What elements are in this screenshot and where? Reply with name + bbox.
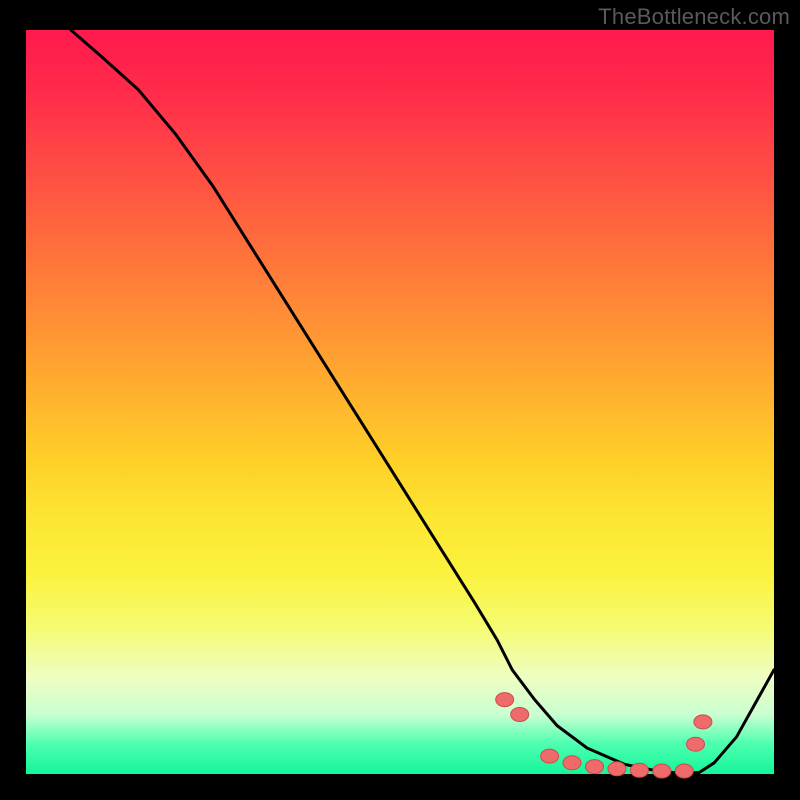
highlight-dot [563, 756, 581, 770]
chart-svg [26, 30, 774, 774]
highlight-dot [586, 760, 604, 774]
highlight-dot [687, 737, 705, 751]
watermark-text: TheBottleneck.com [598, 4, 790, 30]
highlight-dot [511, 708, 529, 722]
highlight-dot [675, 764, 693, 778]
highlight-dot [541, 749, 559, 763]
highlight-dots-group [496, 693, 712, 778]
highlight-dot [496, 693, 514, 707]
bottleneck-curve [71, 30, 774, 773]
highlight-dot [653, 764, 671, 778]
highlight-dot [630, 763, 648, 777]
chart-frame: TheBottleneck.com [0, 0, 800, 800]
highlight-dot [608, 762, 626, 776]
gradient-plot-area [26, 30, 774, 774]
highlight-dot [694, 715, 712, 729]
